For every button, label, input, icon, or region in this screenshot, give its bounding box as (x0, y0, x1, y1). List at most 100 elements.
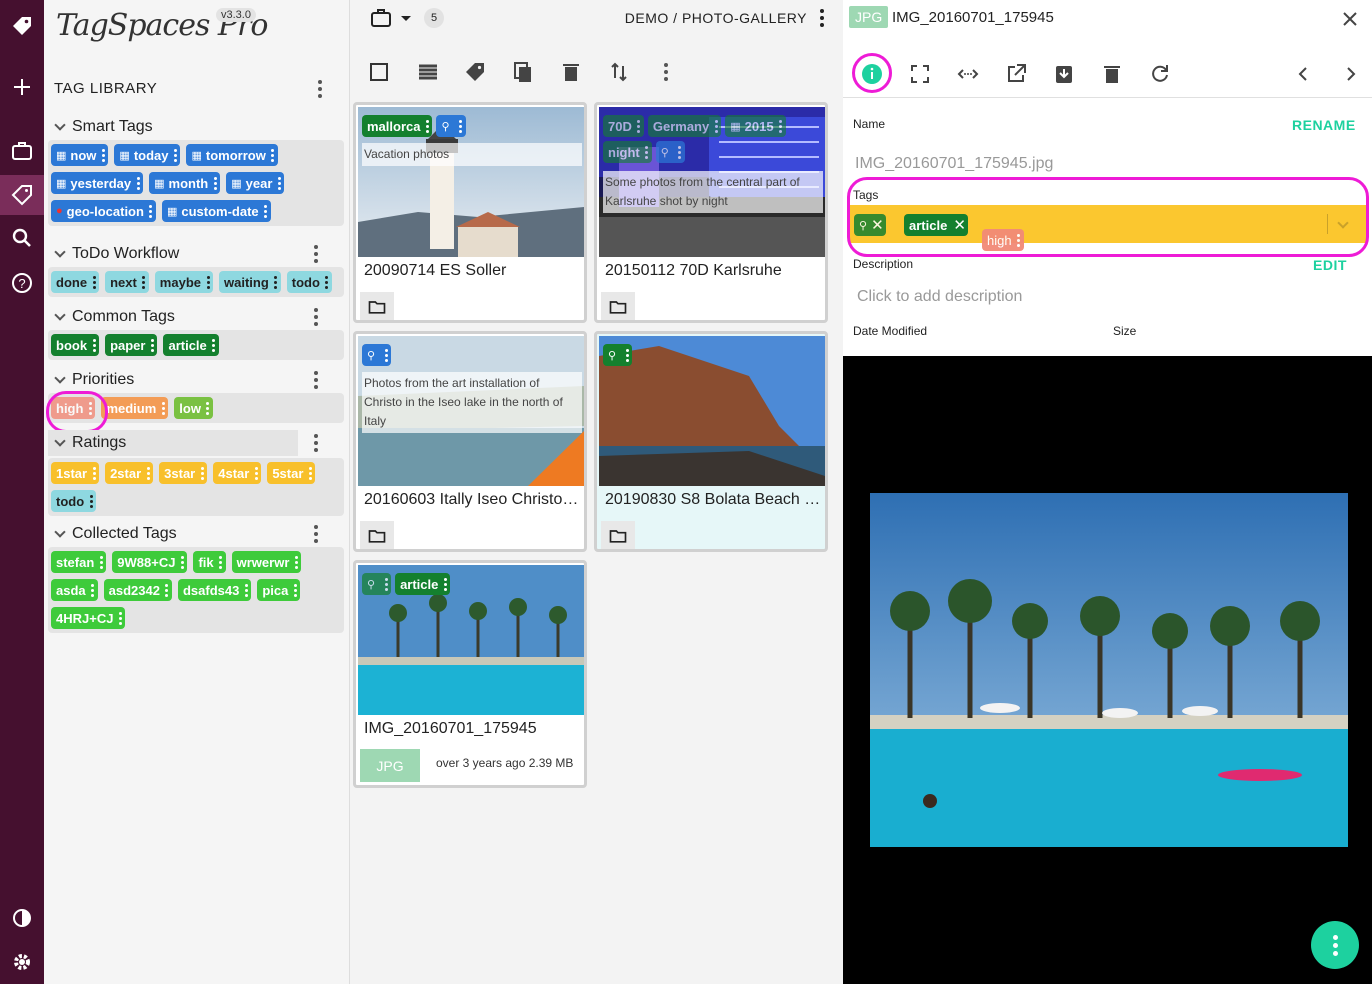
help-icon[interactable]: ? (0, 263, 44, 303)
new-file-icon[interactable] (0, 67, 44, 107)
geo-tag[interactable]: ⚲ (603, 344, 633, 366)
settings-gear-icon[interactable] (0, 942, 44, 982)
theme-toggle-icon[interactable] (0, 898, 44, 938)
tag-paper[interactable]: paper (105, 334, 158, 356)
open-external-icon[interactable] (1004, 62, 1028, 86)
download-icon[interactable] (1052, 62, 1076, 86)
tag-article[interactable]: article (163, 334, 219, 356)
tag-asd2342[interactable]: asd2342 (103, 579, 172, 601)
tag-maybe[interactable]: maybe (154, 271, 213, 293)
app-logo-icon[interactable] (0, 6, 44, 46)
grid-more-icon[interactable] (656, 62, 676, 82)
tag-9w88[interactable]: 9W88+CJ (112, 551, 188, 573)
tag-group-header[interactable]: Priorities (48, 367, 344, 393)
copy-icon[interactable] (511, 60, 535, 84)
tag-menu-icon[interactable] (135, 176, 141, 190)
tag-now[interactable]: ▦ now (51, 144, 109, 166)
reload-icon[interactable] (1148, 62, 1172, 86)
tag-geo-location[interactable]: ● geo-location (51, 200, 156, 222)
tag-low[interactable]: low (174, 397, 213, 419)
file-card[interactable]: ⚲ 20190830 S8 Bolata Beach … (594, 331, 828, 552)
tag-group-header[interactable]: ToDo Workflow (48, 241, 344, 267)
tag-group-title: Common Tags (72, 308, 175, 325)
edit-description-button[interactable]: EDIT (1313, 257, 1347, 273)
tag-germany[interactable]: Germany (647, 115, 722, 137)
tag-menu-icon[interactable] (148, 204, 154, 218)
tag-night[interactable]: night (603, 141, 652, 163)
tag-menu-icon[interactable] (263, 204, 269, 218)
close-icon[interactable] (1338, 7, 1362, 31)
folder-menu-icon[interactable] (812, 8, 832, 28)
tag-todo[interactable]: todo (286, 271, 332, 293)
geo-tag[interactable]: ⚲ (362, 344, 392, 366)
tag-group-header[interactable]: Smart Tags (48, 114, 344, 140)
tag-medium[interactable]: medium (101, 397, 169, 419)
tag-asda[interactable]: asda (51, 579, 98, 601)
description-field[interactable]: Click to add description (857, 288, 1022, 306)
tag-todo-rating[interactable]: todo (51, 490, 97, 512)
more-actions-fab[interactable] (1311, 921, 1359, 969)
tag-tomorrow[interactable]: ▦ tomorrow (186, 144, 278, 166)
tag-1star[interactable]: 1star (51, 462, 100, 484)
location-dropdown-icon[interactable] (394, 6, 418, 30)
image-viewer[interactable] (843, 356, 1372, 984)
breadcrumb[interactable]: DEMO / PHOTO-GALLERY (625, 10, 807, 26)
tag-article[interactable]: article (395, 573, 451, 595)
card-tags: ⚲ (362, 344, 582, 366)
tag-yesterday[interactable]: ▦ yesterday (51, 172, 144, 194)
geo-tag[interactable]: ⚲ (436, 115, 466, 137)
search-icon[interactable] (0, 218, 44, 258)
tag-mallorca[interactable]: mallorca (362, 115, 433, 137)
tag-next[interactable]: next (105, 271, 149, 293)
delete-icon[interactable] (1100, 62, 1124, 86)
tag-year[interactable]: ▦ year (226, 172, 285, 194)
tag-dsafds43[interactable]: dsafds43 (177, 579, 252, 601)
rename-button[interactable]: RENAME (1292, 117, 1356, 133)
tag-group-header[interactable]: Collected Tags (48, 521, 344, 547)
tag-4hrj[interactable]: 4HRJ+CJ (51, 607, 126, 629)
locations-icon[interactable] (0, 131, 44, 171)
geo-tag[interactable]: ⚲ (655, 141, 685, 163)
tag-5star[interactable]: 5star (267, 462, 316, 484)
tag-menu-icon[interactable] (212, 176, 218, 190)
fullscreen-icon[interactable] (908, 62, 932, 86)
tag-2star[interactable]: 2star (105, 462, 154, 484)
tag-group-header[interactable]: Common Tags (48, 304, 344, 330)
tag-3star[interactable]: 3star (159, 462, 208, 484)
tag-70d[interactable]: 70D (603, 115, 644, 137)
next-file-icon[interactable] (1339, 62, 1363, 86)
select-all-checkbox-icon[interactable] (367, 60, 391, 84)
tag-group-header[interactable]: Ratings (48, 430, 298, 456)
file-card[interactable]: ⚲ Photos from the art installation of Ch… (353, 331, 587, 552)
tag-custom-date[interactable]: ▦ custom-date (161, 200, 271, 222)
delete-icon[interactable] (559, 60, 583, 84)
tag-2015[interactable]: ▦ 2015 (725, 115, 786, 137)
file-card[interactable]: 70D Germany ▦ 2015 night ⚲ Some photos fr… (594, 102, 828, 323)
filename-field[interactable]: IMG_20160701_175945.jpg (855, 155, 1053, 173)
tag-waiting[interactable]: waiting (219, 271, 281, 293)
tag-today[interactable]: ▦ today (114, 144, 181, 166)
tag-library-menu-icon[interactable] (310, 79, 330, 99)
tag-library-icon[interactable] (0, 175, 44, 215)
expand-horizontal-icon[interactable] (956, 62, 980, 86)
tag-icon[interactable] (463, 60, 487, 84)
tag-month[interactable]: ▦ month (149, 172, 221, 194)
tag-pica[interactable]: pica (257, 579, 301, 601)
file-card[interactable]: mallorca ⚲ Vacation photos 20090714 ES S… (353, 102, 587, 323)
tag-menu-icon[interactable] (276, 176, 282, 190)
tag-4star[interactable]: 4star (213, 462, 262, 484)
file-card-selected[interactable]: ⚲ article IMG_20160701_175945 JPG over 3… (353, 560, 587, 788)
tag-menu-icon[interactable] (172, 148, 178, 162)
list-view-icon[interactable] (416, 60, 440, 84)
tag-book[interactable]: book (51, 334, 100, 356)
tag-fik[interactable]: fik (193, 551, 226, 573)
location-briefcase-icon[interactable] (369, 6, 393, 30)
tag-wrwerwr[interactable]: wrwerwr (231, 551, 302, 573)
previous-file-icon[interactable] (1291, 62, 1315, 86)
tag-done[interactable]: done (51, 271, 100, 293)
sort-icon[interactable] (607, 60, 631, 84)
tag-stefan[interactable]: stefan (51, 551, 107, 573)
geo-tag[interactable]: ⚲ (362, 573, 392, 595)
tag-menu-icon[interactable] (270, 148, 276, 162)
tag-menu-icon[interactable] (100, 148, 106, 162)
